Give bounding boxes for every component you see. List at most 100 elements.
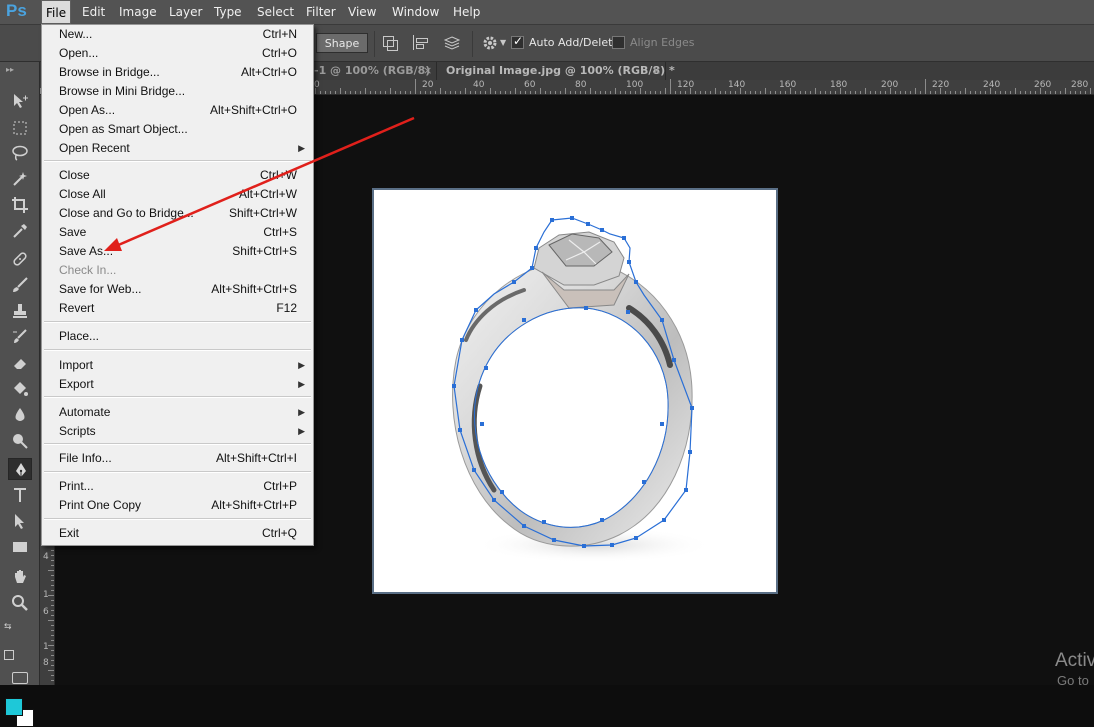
menu-file[interactable]: File [41,0,72,24]
gear-icon[interactable] [481,34,499,52]
path-selection-tool-icon[interactable] [8,510,32,532]
type-tool-icon[interactable] [8,484,32,506]
menu-item-open-as-smart-object[interactable]: Open as Smart Object... [59,120,297,139]
panel-collapse-icon[interactable]: ▸▸ [6,65,14,74]
align-edges-checkbox[interactable] [612,36,625,49]
ruler-tick [375,91,376,94]
menu-item-shortcut: Ctrl+O [261,46,297,60]
menu-select[interactable]: Select [253,0,298,24]
ruler-tick [855,91,856,94]
ruler-tick [1010,91,1011,94]
submenu-arrow-icon: ▶ [298,407,305,417]
ruler-tick [1025,91,1026,94]
ruler-tick [465,88,466,94]
menu-image[interactable]: Image [115,0,161,24]
menu-item-exit[interactable]: Exit Ctrl+Q [59,524,297,543]
eraser-tool-icon[interactable] [8,352,32,374]
menu-item-save[interactable]: Save Ctrl+S [59,223,297,242]
ruler-tick [680,91,681,94]
dodge-tool-icon[interactable] [8,430,32,452]
default-colors-icon[interactable] [4,650,14,660]
ruler-tick [1000,91,1001,94]
crop-tool-icon[interactable] [8,194,32,216]
menu-item-new[interactable]: New... Ctrl+N [59,25,297,44]
marquee-tool-icon[interactable] [8,117,32,139]
rectangle-tool-icon[interactable] [8,536,32,558]
menu-separator [44,518,311,520]
menu-item-open-recent[interactable]: Open Recent ▶ [59,139,305,158]
ruler-tick [51,555,54,556]
ruler-tick [460,91,461,94]
eyedropper-tool-icon[interactable] [8,220,32,242]
magic-wand-tool-icon[interactable] [8,168,32,190]
menu-item-revert[interactable]: Revert F12 [59,299,297,318]
menu-item-save-as[interactable]: Save As... Shift+Ctrl+S [59,242,297,261]
tab-original-image[interactable]: Original Image.jpg @ 100% (RGB/8) * [446,62,675,80]
menu-item-place[interactable]: Place... [59,327,297,346]
ruler-tick [840,88,841,94]
menu-item-browse-in-mini-bridge[interactable]: Browse in Mini Bridge... [59,82,297,101]
menu-item-open-as[interactable]: Open As... Alt+Shift+Ctrl+O [59,101,297,120]
menu-filter[interactable]: Filter [302,0,340,24]
path-alignment-icon[interactable] [411,34,429,52]
shape-button[interactable]: Shape [316,33,368,53]
pen-tool-icon[interactable] [8,458,32,480]
menu-window[interactable]: Window [388,0,443,24]
menu-separator [44,471,311,473]
ruler-tick [51,575,54,576]
menu-item-scripts[interactable]: Scripts ▶ [59,422,305,441]
menu-layer[interactable]: Layer [165,0,206,24]
menu-item-file-info[interactable]: File Info... Alt+Shift+Ctrl+I [59,449,297,468]
chevron-down-icon[interactable]: ▼ [500,38,506,47]
menu-item-label: Place... [59,329,100,343]
ruler-tick [315,88,316,94]
tab-untitled[interactable]: -1 @ 100% (RGB/8) [314,62,430,80]
menu-item-close-all[interactable]: Close All Alt+Ctrl+W [59,185,297,204]
document-canvas[interactable] [372,188,778,594]
ruler-label: 60 [524,80,536,90]
menu-item-label: Export [59,377,94,391]
zoom-tool-icon[interactable] [8,592,32,614]
menu-item-automate[interactable]: Automate ▶ [59,403,305,422]
menu-help[interactable]: Help [449,0,484,24]
ruler-tick [51,550,54,551]
path-operations-icon[interactable] [381,34,399,52]
ruler-tick [675,91,676,94]
menu-view[interactable]: View [344,0,380,24]
menu-item-print[interactable]: Print... Ctrl+P [59,477,297,496]
menu-item-export[interactable]: Export ▶ [59,375,305,394]
history-brush-tool-icon[interactable] [8,326,32,348]
menu-item-close[interactable]: Close Ctrl+W [59,166,297,185]
menu-item-save-for-web[interactable]: Save for Web... Alt+Shift+Ctrl+S [59,280,297,299]
tab-close-icon[interactable]: × [652,62,661,80]
quick-mask-icon[interactable] [12,672,28,684]
menu-item-import[interactable]: Import ▶ [59,356,305,375]
options-divider [472,31,473,57]
menu-type[interactable]: Type [210,0,246,24]
paint-bucket-tool-icon[interactable] [8,378,32,400]
menu-item-open[interactable]: Open... Ctrl+O [59,44,297,63]
align-edges-label: Align Edges [630,36,695,49]
ring-image[interactable] [374,190,776,592]
menu-item-browse-in-bridge[interactable]: Browse in Bridge... Alt+Ctrl+O [59,63,297,82]
ruler-tick [910,91,911,94]
healing-brush-tool-icon[interactable] [8,248,32,270]
lasso-tool-icon[interactable] [8,142,32,164]
menu-edit[interactable]: Edit [78,0,109,24]
menu-item-close-and-go-to-bridge[interactable]: Close and Go to Bridge... Shift+Ctrl+W [59,204,297,223]
ruler-tick [865,88,866,94]
blur-tool-icon[interactable] [8,404,32,426]
auto-add-delete-checkbox[interactable] [511,34,524,49]
ruler-tick [825,91,826,94]
tab-close-icon[interactable]: × [423,62,432,80]
photoshop-logo[interactable]: Ps [6,1,27,21]
hand-tool-icon[interactable] [8,566,32,588]
ruler-tick [700,91,701,94]
move-tool-icon[interactable] [8,90,32,112]
menu-item-print-one-copy[interactable]: Print One Copy Alt+Shift+Ctrl+P [59,496,297,515]
path-arrangement-icon[interactable] [443,34,461,52]
foreground-color-swatch[interactable] [5,698,23,716]
clone-stamp-tool-icon[interactable] [8,300,32,322]
swap-colors-icon[interactable]: ⇆ [4,622,12,632]
brush-tool-icon[interactable] [8,274,32,296]
